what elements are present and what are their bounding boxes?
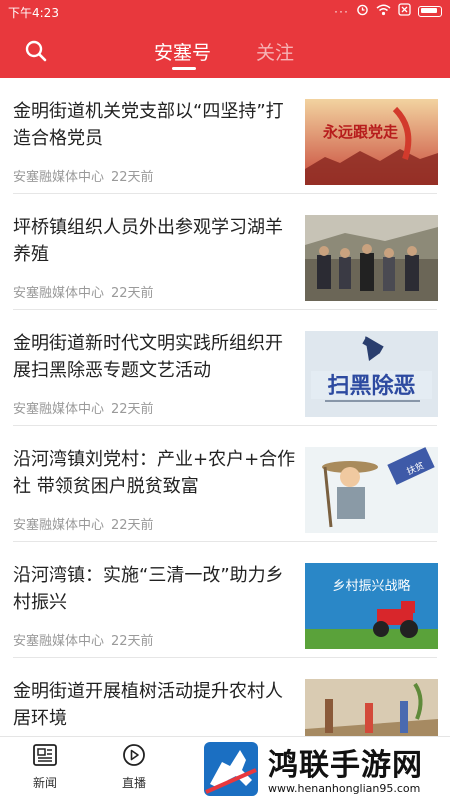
news-source: 安塞融媒体中心 bbox=[13, 402, 105, 417]
horse-logo-icon bbox=[204, 742, 258, 796]
news-item[interactable]: 沿河湾镇刘党村：产业+农户+合作社 带领贫困户脱贫致富 安塞融媒体中心 22天前 … bbox=[0, 426, 450, 542]
play-circle-icon bbox=[123, 744, 145, 766]
news-thumbnail: 扫黑除恶 bbox=[305, 331, 438, 417]
status-bar: 下午4:23 ··· bbox=[0, 0, 450, 22]
news-thumbnail: 扶贫 bbox=[305, 447, 438, 533]
news-source: 安塞融媒体中心 bbox=[13, 634, 105, 649]
news-thumbnail bbox=[305, 679, 438, 736]
nav-live[interactable]: 直播 bbox=[110, 743, 158, 791]
watermark-title: 鸿联手游网 bbox=[268, 748, 423, 783]
news-title: 坪桥镇组织人员外出参观学习湖羊养殖 bbox=[13, 217, 283, 265]
news-thumbnail bbox=[305, 215, 438, 301]
news-time: 22天前 bbox=[111, 286, 154, 301]
nav-news-label: 新闻 bbox=[32, 776, 57, 790]
news-item[interactable]: 金明街道机关党支部以“四坚持”打造合格党员 安塞融媒体中心 22天前 永远跟党走 bbox=[0, 78, 450, 194]
thumbnail-caption: 扫黑除恶 bbox=[327, 373, 415, 399]
news-source: 安塞融媒体中心 bbox=[13, 170, 105, 185]
top-header: 下午4:23 ··· 安塞号 关注 bbox=[0, 0, 450, 78]
newspaper-icon bbox=[33, 744, 57, 766]
news-title: 金明街道新时代文明实践所组织开展扫黑除恶专题文艺活动 bbox=[13, 333, 283, 381]
no-sim-icon bbox=[398, 3, 411, 19]
wifi-icon bbox=[376, 4, 391, 19]
status-icons: ··· bbox=[334, 3, 442, 19]
news-time: 22天前 bbox=[111, 402, 154, 417]
news-source: 安塞融媒体中心 bbox=[13, 518, 105, 533]
news-item[interactable]: 沿河湾镇：实施“三清一改”助力乡村振兴 安塞融媒体中心 22天前 乡村振兴战略 bbox=[0, 542, 450, 658]
news-time: 22天前 bbox=[111, 170, 154, 185]
news-item[interactable]: 金明街道新时代文明实践所组织开展扫黑除恶专题文艺活动 安塞融媒体中心 22天前 扫… bbox=[0, 310, 450, 426]
news-title: 沿河湾镇刘党村：产业+农户+合作社 带领贫困户脱贫致富 bbox=[13, 449, 296, 497]
news-time: 22天前 bbox=[111, 518, 154, 533]
alarm-icon bbox=[356, 3, 369, 19]
status-time: 下午4:23 bbox=[8, 6, 59, 20]
tab-anse[interactable]: 安塞号 bbox=[154, 38, 211, 65]
more-dots-icon: ··· bbox=[334, 4, 349, 18]
news-time: 22天前 bbox=[111, 634, 154, 649]
news-title: 金明街道开展植树活动提升农村人居环境 bbox=[13, 681, 283, 729]
thumbnail-caption: 乡村振兴战略 bbox=[332, 578, 410, 594]
news-feed[interactable]: 金明街道机关党支部以“四坚持”打造合格党员 安塞融媒体中心 22天前 永远跟党走 … bbox=[0, 78, 450, 736]
news-thumbnail: 乡村振兴战略 bbox=[305, 563, 438, 649]
news-title: 金明街道机关党支部以“四坚持”打造合格党员 bbox=[13, 101, 284, 149]
nav-live-label: 直播 bbox=[121, 776, 146, 790]
watermark-url: www.henanhonglian95.com bbox=[268, 782, 421, 795]
active-tab-indicator bbox=[172, 67, 196, 70]
battery-icon bbox=[418, 5, 442, 17]
news-thumbnail: 永远跟党走 bbox=[305, 99, 438, 185]
news-item[interactable]: 坪桥镇组织人员外出参观学习湖羊养殖 安塞融媒体中心 22天前 bbox=[0, 194, 450, 310]
news-meta: 安塞融媒体中心 22天前 bbox=[13, 630, 154, 649]
news-item[interactable]: 金明街道开展植树活动提升农村人居环境 bbox=[0, 658, 450, 736]
search-icon bbox=[25, 40, 47, 62]
news-source: 安塞融媒体中心 bbox=[13, 286, 105, 301]
news-meta: 安塞融媒体中心 22天前 bbox=[13, 514, 154, 533]
tab-follow[interactable]: 关注 bbox=[256, 38, 294, 65]
nav-news[interactable]: 新闻 bbox=[21, 743, 69, 791]
news-meta: 安塞融媒体中心 22天前 bbox=[13, 398, 154, 417]
news-meta: 安塞融媒体中心 22天前 bbox=[13, 166, 154, 185]
news-meta: 安塞融媒体中心 22天前 bbox=[13, 282, 154, 301]
search-button[interactable] bbox=[24, 39, 48, 63]
site-watermark: 鸿联手游网 www.henanhonglian95.com bbox=[202, 740, 450, 800]
thumbnail-caption: 永远跟党走 bbox=[322, 123, 398, 141]
news-title: 沿河湾镇：实施“三清一改”助力乡村振兴 bbox=[13, 565, 284, 613]
